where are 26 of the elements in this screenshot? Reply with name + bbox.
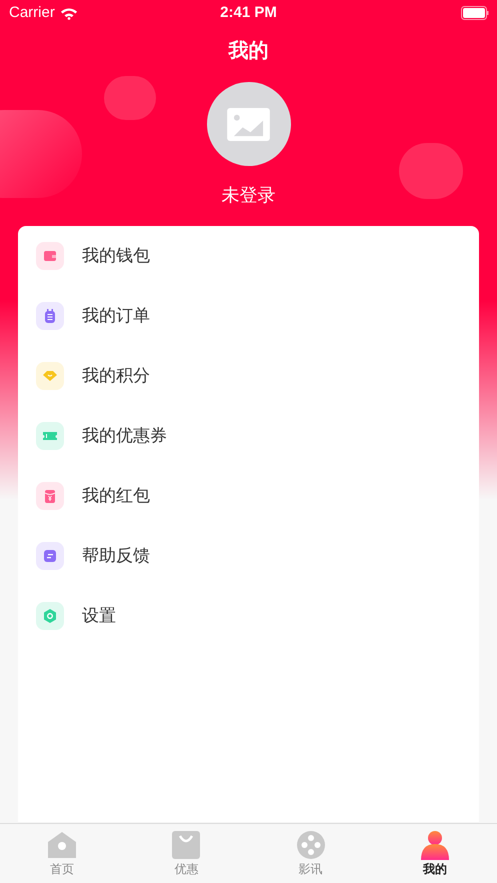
menu-item[interactable]: 我的钱包	[18, 226, 479, 286]
tab[interactable]: 我的	[372, 824, 497, 883]
diamond-icon	[42, 368, 58, 384]
menu-item[interactable]: 我的红包	[18, 466, 479, 526]
message-icon	[42, 548, 58, 564]
shopping-bag-icon	[170, 830, 202, 860]
menu-item[interactable]: 我的订单	[18, 286, 479, 346]
login-status[interactable]: 未登录	[222, 182, 276, 209]
battery-icon	[461, 6, 489, 20]
menu-item[interactable]: 我的优惠券	[18, 406, 479, 466]
decorative-bubble	[104, 76, 156, 120]
wallet-icon	[42, 248, 58, 264]
settings-icon	[42, 608, 58, 624]
page-title: 我的	[228, 39, 268, 64]
person-icon	[418, 830, 451, 860]
image-placeholder-icon	[227, 108, 270, 140]
menu-item[interactable]: 我的积分	[18, 346, 479, 406]
clipboard-icon	[42, 308, 58, 324]
envelope-icon	[42, 488, 58, 504]
menu-item[interactable]: 设置	[18, 586, 479, 646]
menu-item[interactable]: 帮助反馈	[18, 526, 479, 586]
status-time: 2:41 PM	[220, 2, 277, 23]
film-reel-icon	[294, 830, 327, 860]
carrier-label: Carrier	[9, 2, 55, 23]
home-icon	[46, 830, 78, 860]
wifi-icon	[60, 6, 78, 20]
